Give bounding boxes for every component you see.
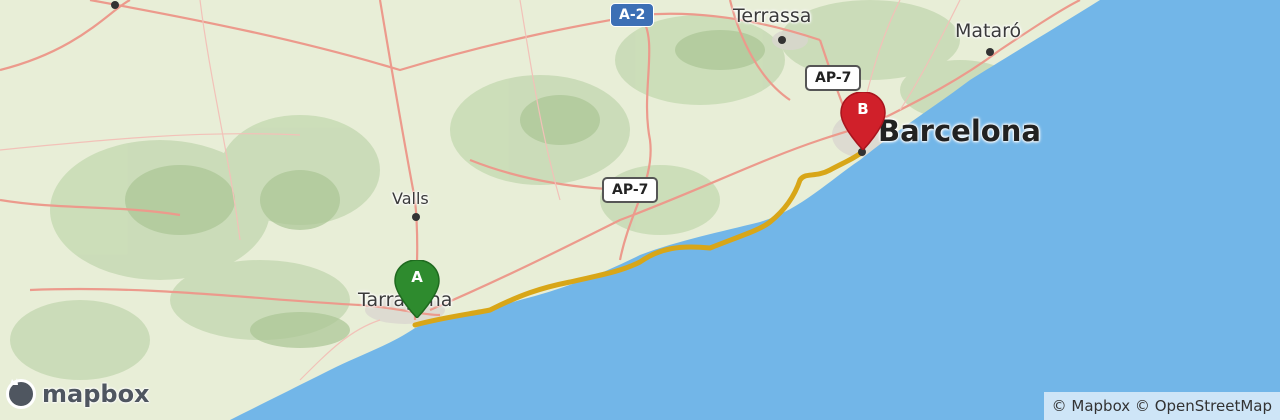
mapbox-logo-icon	[6, 378, 36, 409]
ap7-road-shield-middle: AP-7	[602, 177, 659, 203]
start-marker[interactable]: A	[394, 260, 440, 318]
valls-dot	[412, 213, 420, 221]
terrassa-dot	[778, 36, 786, 44]
ap7-road-shield-north: AP-7	[805, 65, 862, 91]
terrassa-label: Terrassa	[733, 5, 812, 27]
start-marker-label: A	[411, 268, 423, 286]
end-marker[interactable]: B	[840, 92, 886, 150]
valls-label: Valls	[392, 189, 429, 208]
mapbox-logo-text: mapbox	[42, 380, 150, 408]
end-marker-label: B	[857, 100, 869, 118]
a2-road-shield: A-2	[610, 3, 655, 27]
city-dot-northwest	[111, 1, 119, 9]
mataro-dot	[986, 48, 994, 56]
barcelona-label: Barcelona	[878, 114, 1041, 148]
map-attribution[interactable]: © Mapbox © OpenStreetMap	[1043, 392, 1280, 420]
map-base	[0, 0, 1280, 420]
map-canvas[interactable]: Barcelona Tarragona Terrassa Mataró Vall…	[0, 0, 1280, 420]
mataro-label: Mataró	[955, 20, 1022, 42]
mapbox-logo[interactable]: mapbox	[6, 374, 150, 414]
